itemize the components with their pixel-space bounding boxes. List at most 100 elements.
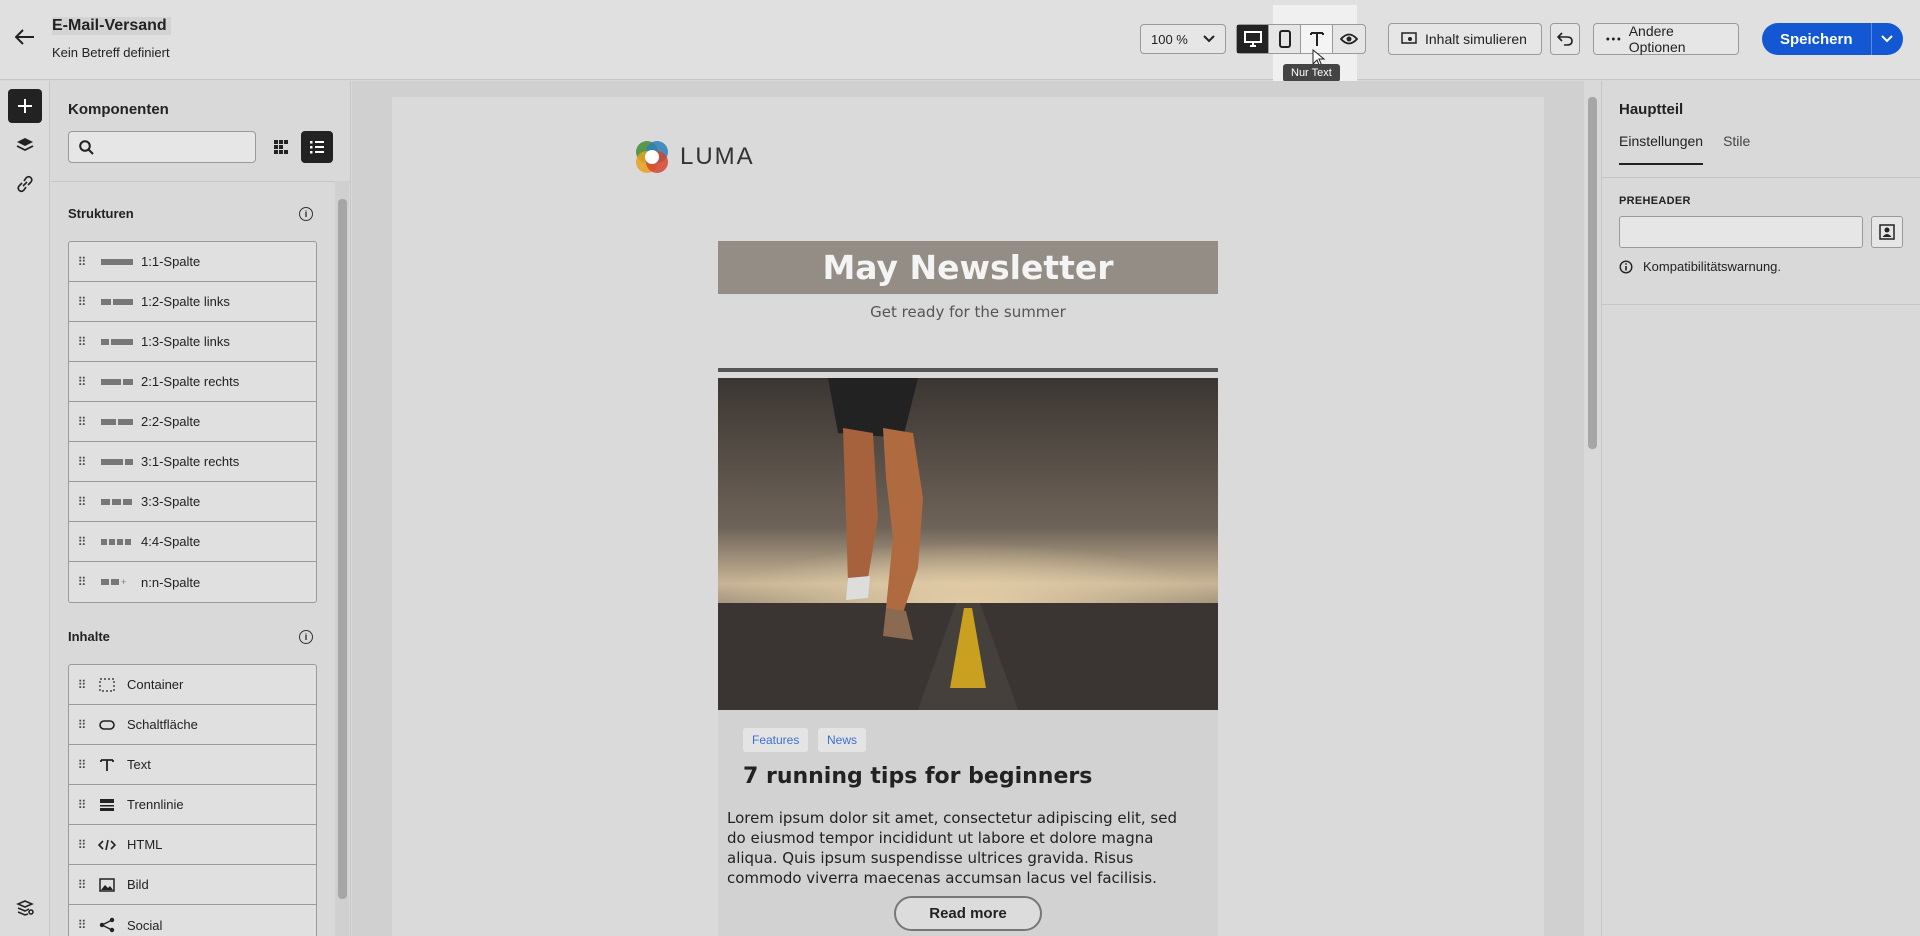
canvas-scrollbar[interactable] bbox=[1584, 81, 1600, 936]
content-item[interactable]: ⠿ Social bbox=[69, 905, 316, 936]
luma-logo[interactable]: LUMA bbox=[632, 137, 755, 177]
chevron-down-icon bbox=[1881, 35, 1893, 43]
structure-item[interactable]: ⠿ 1:1-Spalte bbox=[69, 242, 316, 282]
tab-settings[interactable]: Einstellungen bbox=[1619, 133, 1704, 165]
tooltip: Nur Text bbox=[1283, 64, 1340, 82]
properties-panel: Hauptteil Einstellungen Stile PREHEADER … bbox=[1601, 81, 1920, 936]
add-components-button[interactable] bbox=[8, 89, 42, 123]
drag-handle-icon[interactable]: ⠿ bbox=[69, 295, 93, 309]
page-title: E-Mail-Versand bbox=[52, 17, 171, 35]
hero-image[interactable] bbox=[718, 378, 1218, 710]
structure-item[interactable]: ⠿ 3:1-Spalte rechts bbox=[69, 442, 316, 482]
left-rail bbox=[0, 81, 50, 936]
preheader-input[interactable] bbox=[1619, 216, 1863, 248]
drag-handle-icon[interactable]: ⠿ bbox=[69, 718, 93, 732]
image-icon bbox=[93, 877, 121, 892]
scrollbar-thumb[interactable] bbox=[338, 199, 347, 899]
structure-label: 3:1-Spalte rechts bbox=[141, 454, 240, 469]
settings-layers-button[interactable] bbox=[8, 891, 42, 925]
newsletter-title[interactable]: May Newsletter bbox=[718, 241, 1218, 294]
structure-item[interactable]: ⠿ 4:4-Spalte bbox=[69, 522, 316, 562]
personalization-icon bbox=[1879, 224, 1895, 240]
content-label: Bild bbox=[127, 877, 149, 892]
tag-news[interactable]: News bbox=[818, 728, 867, 752]
structure-item[interactable]: ⠿ + n:n-Spalte bbox=[69, 562, 316, 602]
scrollbar-thumb[interactable] bbox=[1588, 97, 1597, 449]
structure-item[interactable]: ⠿ 3:3-Spalte bbox=[69, 482, 316, 522]
structure-item[interactable]: ⠿ 1:2-Spalte links bbox=[69, 282, 316, 322]
content-item[interactable]: ⠿ Trennlinie bbox=[69, 785, 316, 825]
code-icon bbox=[93, 839, 121, 851]
preview-button[interactable] bbox=[1333, 25, 1365, 53]
structure-label: 4:4-Spalte bbox=[141, 534, 201, 549]
structure-label: 2:1-Spalte rechts bbox=[141, 374, 240, 389]
drag-handle-icon[interactable]: ⠿ bbox=[69, 878, 93, 892]
layout-n-n-icon: + bbox=[93, 578, 141, 587]
save-menu-button[interactable] bbox=[1870, 23, 1903, 55]
container-icon bbox=[93, 677, 121, 692]
content-item[interactable]: ⠿ Text bbox=[69, 745, 316, 785]
zoom-select[interactable]: 100 % bbox=[1140, 24, 1226, 54]
article-title[interactable]: 7 running tips for beginners bbox=[743, 764, 1092, 789]
more-options-button[interactable]: Andere Optionen bbox=[1593, 23, 1739, 55]
structure-label: n:n-Spalte bbox=[141, 574, 201, 590]
tag-features[interactable]: Features bbox=[743, 728, 809, 752]
simulate-content-button[interactable]: Inhalt simulieren bbox=[1388, 23, 1542, 55]
app-header: E-Mail-Versand Kein Betreff definiert 10… bbox=[0, 0, 1920, 90]
drag-handle-icon[interactable]: ⠿ bbox=[69, 495, 93, 509]
article-card[interactable]: Features News 7 running tips for beginne… bbox=[718, 710, 1218, 936]
luma-logo-icon bbox=[636, 141, 668, 173]
newsletter-subtitle[interactable]: Get ready for the summer bbox=[718, 303, 1218, 321]
personalize-button[interactable] bbox=[1871, 216, 1903, 248]
more-options-label: Andere Optionen bbox=[1628, 23, 1686, 55]
content-item[interactable]: ⠿ HTML bbox=[69, 825, 316, 865]
section-divider bbox=[1602, 304, 1920, 305]
desktop-view-button[interactable] bbox=[1237, 25, 1269, 53]
info-icon[interactable]: i bbox=[299, 630, 313, 644]
drag-handle-icon[interactable]: ⠿ bbox=[69, 255, 93, 269]
undo-button[interactable] bbox=[1550, 23, 1580, 55]
content-item[interactable]: ⠿ Container bbox=[69, 665, 316, 705]
drag-handle-icon[interactable]: ⠿ bbox=[69, 758, 93, 772]
panel-scrollbar[interactable] bbox=[335, 181, 349, 936]
button-icon bbox=[93, 719, 121, 730]
grid-view-button[interactable] bbox=[268, 134, 294, 160]
drag-handle-icon[interactable]: ⠿ bbox=[69, 415, 93, 429]
components-title: Komponenten bbox=[68, 101, 169, 118]
structure-item[interactable]: ⠿ 2:2-Spalte bbox=[69, 402, 316, 442]
drag-handle-icon[interactable]: ⠿ bbox=[69, 838, 93, 852]
drag-handle-icon[interactable]: ⠿ bbox=[69, 575, 93, 589]
article-body[interactable]: Lorem ipsum dolor sit amet, consectetur … bbox=[727, 808, 1187, 888]
content-item[interactable]: ⠿ Schaltfläche bbox=[69, 705, 316, 745]
divider-line[interactable] bbox=[718, 368, 1218, 372]
back-arrow-icon[interactable] bbox=[12, 24, 38, 50]
save-group: Speichern bbox=[1762, 23, 1903, 55]
links-button[interactable] bbox=[8, 167, 42, 201]
content-item[interactable]: ⠿ Bild bbox=[69, 865, 316, 905]
drag-handle-icon[interactable]: ⠿ bbox=[69, 535, 93, 549]
drag-handle-icon[interactable]: ⠿ bbox=[69, 455, 93, 469]
structure-item[interactable]: ⠿ 2:1-Spalte rechts bbox=[69, 362, 316, 402]
structure-item[interactable]: ⠿ 1:3-Spalte links bbox=[69, 322, 316, 362]
read-more-button[interactable]: Read more bbox=[894, 896, 1042, 931]
drag-handle-icon[interactable]: ⠿ bbox=[69, 678, 93, 692]
layers-icon bbox=[16, 138, 34, 152]
divider-icon bbox=[93, 798, 121, 812]
layers-button[interactable] bbox=[8, 128, 42, 162]
info-icon[interactable]: i bbox=[299, 207, 313, 221]
drag-handle-icon[interactable]: ⠿ bbox=[69, 375, 93, 389]
component-search-input[interactable] bbox=[68, 131, 256, 163]
tab-styles[interactable]: Stile bbox=[1723, 133, 1750, 165]
save-button[interactable]: Speichern bbox=[1762, 23, 1871, 55]
email-body[interactable]: LUMA May Newsletter Get ready for the su… bbox=[392, 97, 1544, 936]
layout-3-3-icon bbox=[93, 498, 141, 505]
stack-settings-icon bbox=[16, 900, 34, 916]
drag-handle-icon[interactable]: ⠿ bbox=[69, 335, 93, 349]
drag-handle-icon[interactable]: ⠿ bbox=[69, 798, 93, 812]
list-view-button[interactable] bbox=[301, 131, 333, 163]
device-toggle-group bbox=[1236, 24, 1366, 54]
list-icon bbox=[310, 141, 324, 154]
drag-handle-icon[interactable]: ⠿ bbox=[69, 918, 93, 932]
contents-title: Inhalte bbox=[68, 629, 110, 644]
mobile-view-button[interactable] bbox=[1269, 25, 1301, 53]
